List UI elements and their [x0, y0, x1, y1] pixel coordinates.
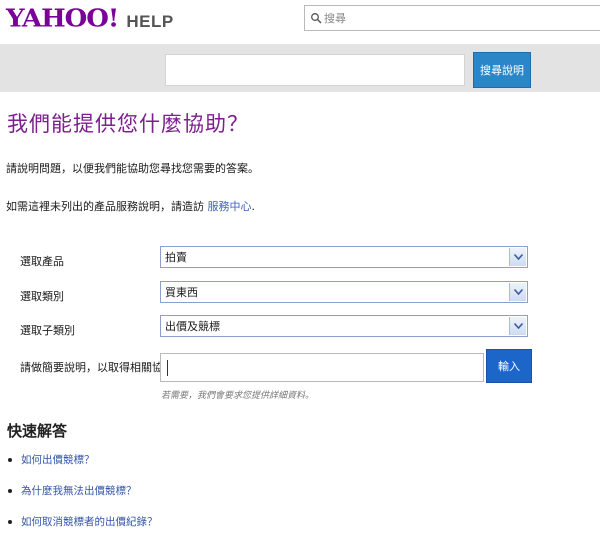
- faq-link[interactable]: 為什麼我無法出價競標？: [21, 485, 137, 497]
- service-center-prefix: 如需這裡未列出的產品服務說明，請造訪: [6, 200, 208, 213]
- intro-text: 請說明問題，以便我們能協助您尋找您需要的答案。: [6, 162, 259, 175]
- faq-link[interactable]: 如何出價競標？: [21, 454, 95, 466]
- submit-button[interactable]: 輸入: [486, 349, 532, 383]
- hint-text: 若需要，我們會要求您提供詳細資料。: [161, 391, 315, 401]
- service-center-text: 如需這裡未列出的產品服務說明，請造訪 服務中心.: [6, 198, 255, 214]
- chevron-down-icon[interactable]: [509, 283, 526, 301]
- page-title: 我們能提供您什麼協助？: [7, 112, 249, 136]
- help-search-input[interactable]: [165, 54, 465, 86]
- yahoo-logo-text: YAHOO!: [6, 5, 119, 33]
- subcategory-select-value: 出價及競標: [165, 320, 220, 333]
- product-select[interactable]: 拍賣: [160, 246, 528, 268]
- list-item: 為什麼我無法出價競標？: [8, 476, 158, 507]
- service-center-link[interactable]: 服務中心: [208, 200, 252, 213]
- quick-answers-list: 如何出價競標？ 為什麼我無法出價競標？ 如何取消競標者的出價紀錄？: [8, 445, 158, 538]
- top-search-input[interactable]: [322, 11, 576, 25]
- product-select-value: 拍賣: [165, 251, 187, 264]
- list-item: 如何出價競標？: [8, 445, 158, 476]
- subcategory-select[interactable]: 出價及競標: [160, 315, 528, 337]
- faq-link[interactable]: 如何取消競標者的出價紀錄？: [21, 516, 158, 528]
- service-center-suffix: .: [251, 200, 256, 213]
- help-logo-text: HELP: [126, 12, 174, 31]
- description-input[interactable]: [160, 353, 484, 382]
- chevron-down-icon[interactable]: [509, 317, 526, 335]
- top-bar: YAHOO! HELP: [0, 0, 600, 36]
- yahoo-help-logo[interactable]: YAHOO! HELP: [6, 4, 174, 33]
- product-label: 選取產品: [20, 255, 64, 268]
- quick-answers-heading: 快速解答: [7, 422, 68, 440]
- chevron-down-icon[interactable]: [509, 248, 526, 266]
- search-help-button[interactable]: 搜尋說明: [473, 52, 531, 88]
- subcategory-label: 選取子類別: [20, 324, 75, 337]
- category-label: 選取類別: [20, 290, 64, 303]
- category-select-value: 買東西: [165, 286, 198, 299]
- category-select[interactable]: 買東西: [160, 281, 528, 303]
- list-item: 如何取消競標者的出價紀錄？: [8, 507, 158, 538]
- help-search-band: 搜尋說明: [0, 44, 600, 92]
- top-search-box[interactable]: [304, 5, 600, 31]
- text-cursor: [167, 360, 168, 376]
- search-icon: [311, 13, 322, 24]
